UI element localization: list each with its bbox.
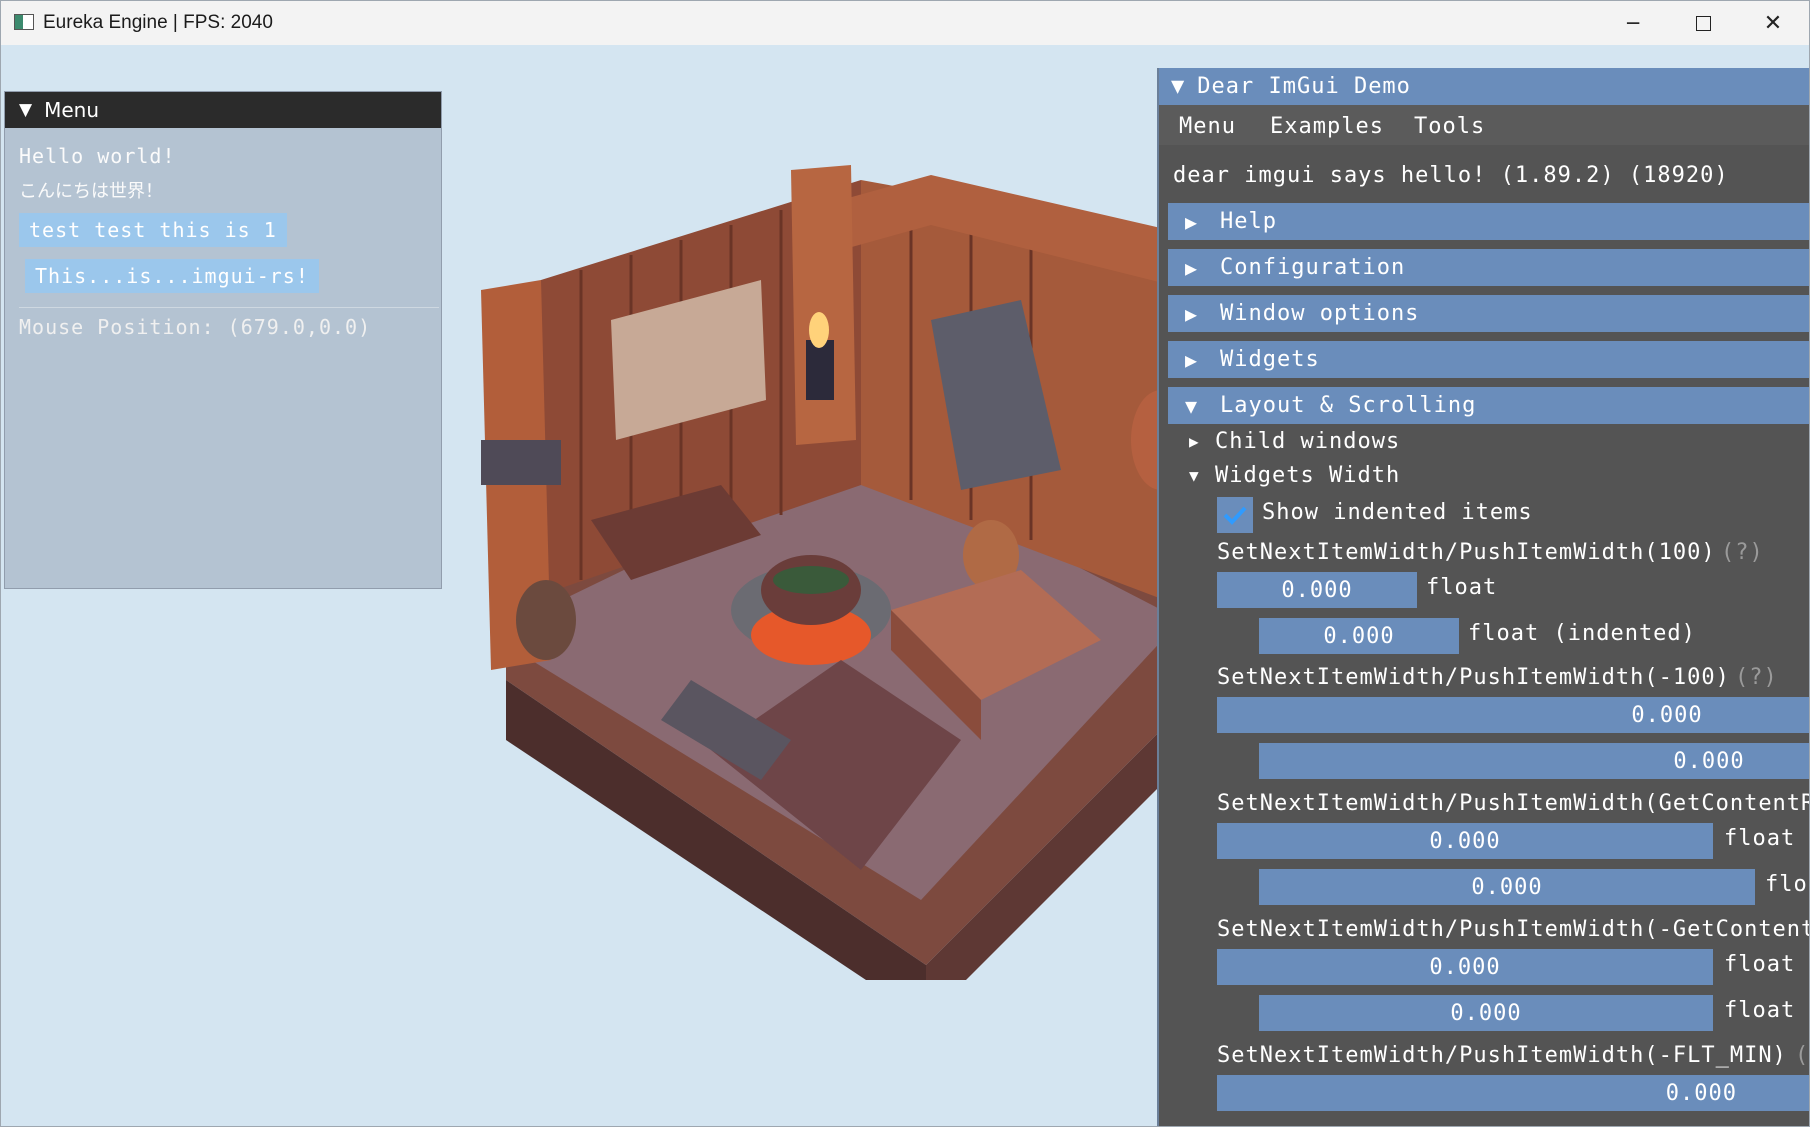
help-marker[interactable]: (?) [1721, 540, 1764, 565]
collapse-triangle-icon: ▼ [1189, 466, 1200, 485]
tree-node-label: Widgets Width [1215, 463, 1401, 488]
close-button[interactable]: ✕ [1739, 1, 1807, 45]
header-configuration[interactable]: ▶ Configuration [1168, 249, 1809, 286]
maximize-icon [1695, 15, 1711, 31]
title-bar[interactable]: Eureka Engine | FPS: 2040 ─ ✕ [1, 1, 1809, 45]
float-label: float ( [1724, 998, 1809, 1023]
collapse-triangle-icon[interactable]: ▼ [1171, 74, 1185, 99]
width-flt-min-label: SetNextItemWidth/PushItemWidth(-FLT_MIN) [1217, 1043, 1787, 1068]
maximize-button[interactable] [1669, 1, 1737, 45]
demo-window-title[interactable]: ▼ Dear ImGui Demo [1159, 68, 1809, 105]
header-help[interactable]: ▶ Help [1168, 203, 1809, 240]
width-neg-content-region-label: SetNextItemWidth/PushItemWidth(-GetConte… [1217, 917, 1810, 942]
tree-node-label: Child windows [1215, 429, 1401, 454]
app-icon [14, 14, 34, 30]
tree-node-child-windows[interactable]: ▶ Child windows [1189, 429, 1400, 454]
minimize-button[interactable]: ─ [1599, 1, 1667, 45]
float-indented-label: float (indented) [1468, 621, 1696, 646]
test-button[interactable]: test test this is 1 [19, 213, 287, 247]
separator [19, 307, 439, 308]
help-marker[interactable]: (?) [1735, 665, 1778, 690]
collapse-triangle-icon: ▼ [1185, 393, 1199, 418]
menu-window-title-text: Menu [44, 98, 99, 122]
header-label: Configuration [1220, 255, 1406, 280]
hello-world-jp-text: こんにちは世界！ [19, 181, 163, 202]
demo-window-title-text: Dear ImGui Demo [1197, 74, 1411, 99]
menu-tools[interactable]: Tools [1414, 114, 1485, 139]
collapse-triangle-icon[interactable]: ▼ [19, 100, 32, 120]
menu-examples[interactable]: Examples [1270, 114, 1384, 139]
header-window-options[interactable]: ▶ Window options [1168, 295, 1809, 332]
hello-version-text: dear imgui says hello! (1.89.2) (18920) [1173, 163, 1729, 188]
width-content-region-label: SetNextItemWidth/PushItemWidth(GetConten… [1217, 791, 1810, 816]
float-value: 0.000 [1673, 748, 1745, 774]
expand-triangle-icon: ▶ [1185, 255, 1199, 280]
header-label: Window options [1220, 301, 1420, 326]
float-value: 0.000 [1631, 702, 1703, 728]
close-icon: ✕ [1763, 10, 1783, 36]
float-input-100[interactable]: 0.000 [1217, 572, 1417, 608]
header-layout-scrolling[interactable]: ▼ Layout & Scrolling [1168, 387, 1809, 424]
header-label: Widgets [1220, 347, 1320, 372]
menu-menu[interactable]: Menu [1179, 114, 1236, 139]
float-input-content-region[interactable]: 0.000 [1217, 823, 1713, 859]
tavern-scene-image [481, 165, 1191, 980]
float-input-minus-100-indented[interactable]: 0.000 [1259, 743, 1809, 779]
header-label: Help [1220, 209, 1277, 234]
demo-menubar: Menu Examples Tools [1159, 105, 1809, 145]
help-marker[interactable]: ( [1795, 1043, 1809, 1068]
width-minus-100-label: SetNextItemWidth/PushItemWidth(-100) [1217, 665, 1730, 690]
app-window: Eureka Engine | FPS: 2040 ─ ✕ ▼ Menu Hel… [0, 0, 1810, 1127]
render-viewport[interactable]: ▼ Menu Hello world! こんにちは世界！ test test t… [1, 45, 1810, 1126]
menu-window-title[interactable]: ▼ Menu [5, 92, 441, 128]
header-widgets[interactable]: ▶ Widgets [1168, 341, 1809, 378]
float-input-100-indented[interactable]: 0.000 [1259, 618, 1459, 654]
float-input-neg-content-region[interactable]: 0.000 [1217, 949, 1713, 985]
expand-triangle-icon: ▶ [1185, 209, 1199, 234]
expand-triangle-icon: ▶ [1185, 301, 1199, 326]
minimize-icon: ─ [1626, 11, 1640, 35]
float-input-flt-min[interactable]: 0.000 [1217, 1075, 1809, 1111]
checkmark-icon [1223, 506, 1247, 525]
mouse-position-text: Mouse Position: (679.0,0.0) [19, 315, 372, 339]
imgui-demo-window[interactable]: ▼ Dear ImGui Demo Menu Examples Tools de… [1157, 68, 1810, 1126]
float-label: float [1724, 826, 1796, 851]
show-indented-checkbox[interactable] [1217, 497, 1253, 533]
expand-triangle-icon: ▶ [1189, 432, 1200, 451]
float-label: float [1724, 952, 1796, 977]
width-100-label: SetNextItemWidth/PushItemWidth(100) [1217, 540, 1716, 565]
float-input-content-region-indented[interactable]: 0.000 [1259, 869, 1755, 905]
float-input-neg-content-region-indented[interactable]: 0.000 [1259, 995, 1713, 1031]
expand-triangle-icon: ▶ [1185, 347, 1199, 372]
imgui-rs-button[interactable]: This...is...imgui-rs! [25, 259, 319, 293]
float-input-minus-100[interactable]: 0.000 [1217, 697, 1809, 733]
window-title: Eureka Engine | FPS: 2040 [43, 12, 273, 33]
hello-world-text: Hello world! [19, 144, 176, 168]
float-label: flo [1765, 872, 1808, 897]
tree-node-widgets-width[interactable]: ▼ Widgets Width [1189, 463, 1400, 488]
show-indented-label: Show indented items [1262, 500, 1533, 525]
header-label: Layout & Scrolling [1220, 393, 1477, 418]
float-label: float [1426, 575, 1498, 600]
menu-window[interactable]: ▼ Menu Hello world! こんにちは世界！ test test t… [4, 91, 442, 589]
